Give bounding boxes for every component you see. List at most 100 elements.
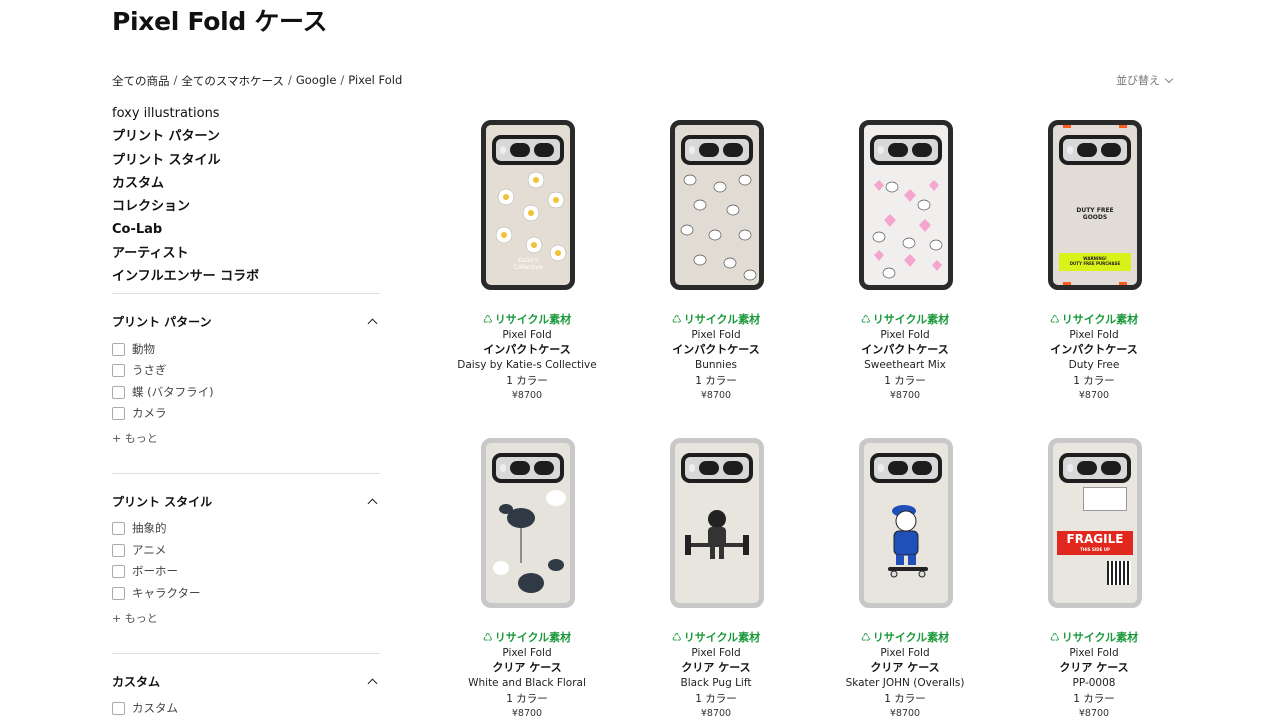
product-name[interactable]: White and Black Floral [447,677,607,689]
checkbox[interactable] [112,521,125,535]
checkbox[interactable] [112,701,125,715]
product-price: ¥8700 [889,390,921,401]
breadcrumb-pixel-fold[interactable]: Pixel Fold [348,73,402,89]
camera-bar [870,453,942,483]
recycled-badge: ♺ リサイクル素材 [671,312,761,327]
product-model: Pixel Fold [880,329,930,341]
product-colors: 1 カラー [506,693,548,705]
recycle-icon: ♺ [1049,312,1060,326]
warning-sticker: WARNING! DUTY FREE PURCHASE [1059,253,1131,271]
chevron-up-icon[interactable] [367,678,378,689]
product-image[interactable] [666,438,766,608]
recycle-icon: ♺ [860,312,871,326]
category-co-lab[interactable]: Co-Lab [112,220,259,243]
filter-option-abstract[interactable]: 抽象的 [112,520,167,536]
product-card[interactable]: ♺ リサイクル素材 Pixel Fold クリア ケース Skater JOHN … [825,438,985,719]
product-image[interactable]: FRAGILE THIS SIDE UP [1044,438,1144,608]
product-model: Pixel Fold [1069,647,1119,659]
filter-option-boho[interactable]: ボーホー [112,563,178,579]
product-image[interactable]: Katie's Collective [477,120,577,290]
sort-dropdown[interactable]: 並び替え [1116,72,1174,88]
product-image[interactable] [855,120,955,290]
filter-option-label: カメラ [132,406,167,420]
filter-option-label: 動物 [132,342,155,356]
product-price: ¥8700 [511,390,543,401]
corner-accent [1119,125,1127,128]
product-name[interactable]: Skater JOHN (Overalls) [825,677,985,689]
checkbox[interactable] [112,586,125,600]
filter-option-rabbit[interactable]: うさぎ [112,362,167,378]
filter-option-animal[interactable]: 動物 [112,341,155,357]
phone-case-image [670,120,764,290]
corner-accent [1063,282,1071,285]
breadcrumb-separator: / [287,73,292,87]
product-card[interactable]: Katie's Collective ♺ リサイクル素材 Pixel Fold イ… [447,120,607,401]
category-print-pattern[interactable]: プリント パターン [112,127,259,150]
recycle-icon: ♺ [671,312,682,326]
checkbox[interactable] [112,385,125,399]
product-card[interactable]: FRAGILE THIS SIDE UP ♺ リサイクル素材 Pixel Fold… [1014,438,1174,719]
filter-header-print-pattern[interactable]: プリント パターン [112,313,380,330]
product-card[interactable]: ♺ リサイクル素材 Pixel Fold クリア ケース Black Pug Li… [636,438,796,719]
filter-option-label: キャラクター [132,586,201,600]
product-name[interactable]: Daisy by Katie-s Collective [447,359,607,371]
divider [112,653,380,654]
recycled-badge: ♺ リサイクル素材 [860,630,950,645]
filter-option-anime[interactable]: アニメ [112,542,166,558]
breadcrumb-all-products[interactable]: 全ての商品 [112,73,170,89]
product-type: インパクトケース [483,343,571,356]
product-image[interactable]: DUTY FREE GOODS WARNING! DUTY FREE PURCH… [1044,120,1144,290]
filter-option-label: カスタム [132,701,178,715]
camera-bar [492,135,564,165]
checkbox[interactable] [112,363,125,377]
show-more-link[interactable]: + もっと [112,430,158,446]
category-artist[interactable]: アーティスト [112,244,259,267]
camera-bar [681,135,753,165]
product-name[interactable]: Sweetheart Mix [825,359,985,371]
recycle-icon: ♺ [671,630,682,644]
product-card[interactable]: ♺ リサイクル素材 Pixel Fold インパクトケース Bunnies 1 カ… [636,120,796,401]
product-image[interactable] [855,438,955,608]
category-collection[interactable]: コレクション [112,197,259,220]
category-foxy-illustrations[interactable]: foxy illustrations [112,104,259,127]
breadcrumb-google[interactable]: Google [296,73,337,89]
filter-header-print-style[interactable]: プリント スタイル [112,493,380,510]
chevron-up-icon[interactable] [367,318,378,329]
product-image[interactable] [666,120,766,290]
checkbox[interactable] [112,342,125,356]
filter-option-camera[interactable]: カメラ [112,405,167,421]
filter-option-custom[interactable]: カスタム [112,700,178,716]
checkbox[interactable] [112,406,125,420]
product-name[interactable]: Bunnies [636,359,796,371]
divider [112,473,380,474]
category-influencer-collab[interactable]: インフルエンサー コラボ [112,267,259,290]
product-name[interactable]: Duty Free [1014,359,1174,371]
filter-option-character[interactable]: キャラクター [112,585,201,601]
recycled-badge: ♺ リサイクル素材 [1049,630,1139,645]
filter-title: プリント パターン [112,315,212,329]
recycle-icon: ♺ [482,312,493,326]
product-image[interactable] [477,438,577,608]
category-custom[interactable]: カスタム [112,174,259,197]
recycle-icon: ♺ [482,630,493,644]
product-card[interactable]: ♺ リサイクル素材 Pixel Fold クリア ケース White and Bl… [447,438,607,719]
category-print-style[interactable]: プリント スタイル [112,151,259,174]
filter-header-custom[interactable]: カスタム [112,673,380,690]
product-name[interactable]: Black Pug Lift [636,677,796,689]
product-colors: 1 カラー [695,693,737,705]
product-name[interactable]: PP-0008 [1014,677,1174,689]
recycled-badge: ♺ リサイクル素材 [482,630,572,645]
filter-option-butterfly[interactable]: 蝶 (バタフライ) [112,384,214,400]
product-card[interactable]: DUTY FREE GOODS WARNING! DUTY FREE PURCH… [1014,120,1174,401]
sort-label: 並び替え [1116,74,1160,87]
product-type: インパクトケース [672,343,760,356]
show-more-link[interactable]: + もっと [112,610,158,626]
filter-title: プリント スタイル [112,495,213,509]
checkbox[interactable] [112,543,125,557]
chevron-up-icon[interactable] [367,498,378,509]
breadcrumb-all-phone-cases[interactable]: 全てのスマホケース [181,73,284,89]
product-card[interactable]: ♺ リサイクル素材 Pixel Fold インパクトケース Sweetheart … [825,120,985,401]
product-model: Pixel Fold [502,329,552,341]
checkbox[interactable] [112,564,125,578]
product-model: Pixel Fold [1069,329,1119,341]
